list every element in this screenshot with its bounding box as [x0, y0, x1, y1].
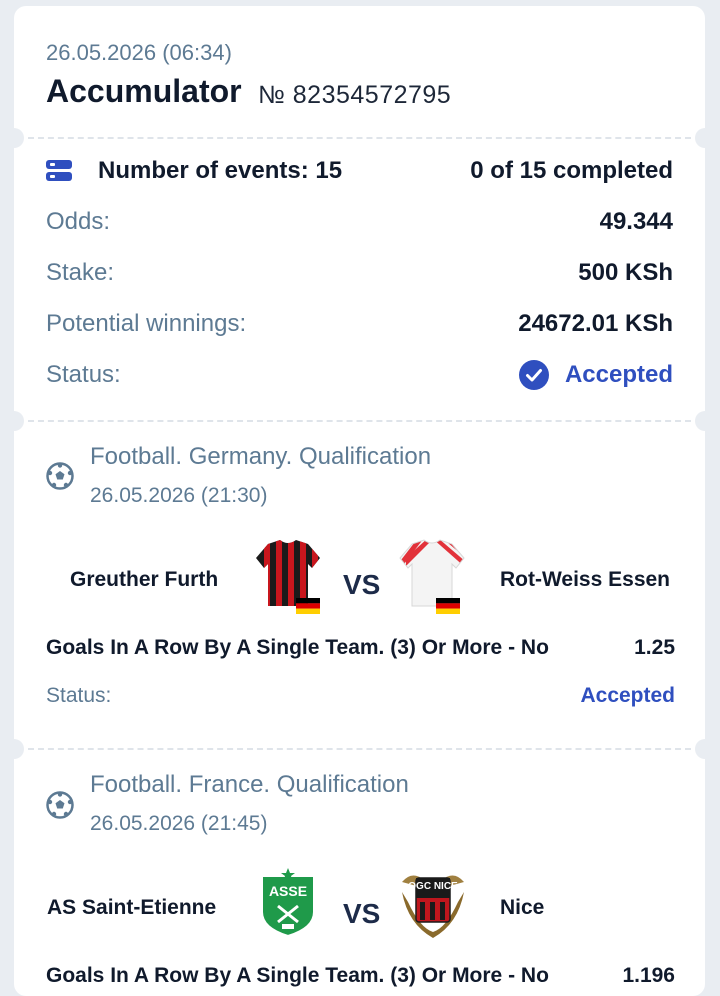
event-league: Football. Germany. Qualification: [90, 443, 432, 470]
divider: [28, 748, 691, 750]
saint-etienne-logo: ASSE: [261, 868, 315, 938]
odds-row: Odds: 49.344: [46, 205, 673, 239]
event-date: 26.05.2026 (21:45): [90, 812, 268, 835]
stake-value: 500 KSh: [578, 259, 673, 286]
bet-number: № 82354572795: [258, 81, 452, 109]
stake-row: Stake: 500 KSh: [46, 256, 673, 290]
home-team: AS Saint-Etienne: [47, 896, 217, 919]
status-label: Status:: [46, 361, 121, 388]
divider: [28, 420, 691, 422]
football-icon: [46, 462, 74, 490]
away-team: Rot-Weiss Essen: [500, 568, 670, 591]
winnings-row: Potential winnings: 24672.01 KSh: [46, 307, 673, 341]
bet-pick: Goals In A Row By A Single Team. (3) Or …: [46, 636, 549, 659]
events-count: Number of events: 15: [46, 157, 342, 185]
events-list-icon: [46, 160, 72, 181]
winnings-value: 24672.01 KSh: [518, 310, 673, 337]
status-value: Accepted: [564, 361, 673, 388]
status-row: Status: Accepted: [46, 358, 673, 392]
check-circle-icon: [518, 360, 549, 390]
divider: [28, 137, 691, 139]
ticket-notch-left: [4, 411, 24, 431]
ticket-notch-right: [695, 411, 715, 431]
event-status-value: Accepted: [580, 684, 675, 707]
ticket-notch-right: [695, 128, 715, 148]
ticket-notch-left: [4, 739, 24, 759]
events-label: Number of events: 15: [98, 157, 343, 184]
bet-date: 26.05.2026 (06:34): [46, 40, 232, 65]
bet-ticket: 26.05.2026 (06:34) Accumulator № 8235457…: [4, 6, 715, 996]
pick-odds: 1.25: [634, 636, 675, 659]
nice-logo: OGC NICE: [402, 875, 464, 938]
winnings-label: Potential winnings:: [46, 310, 247, 337]
svg-text:ASSE: ASSE: [269, 883, 307, 899]
germany-flag-icon: [296, 598, 320, 614]
ticket-notch-right: [695, 739, 715, 759]
germany-flag-icon: [436, 598, 460, 614]
completed-count: 0 of 15 completed: [470, 157, 673, 184]
event-league: Football. France. Qualification: [90, 771, 409, 798]
bet-type-title: Accumulator: [46, 73, 242, 109]
pick-odds: 1.196: [622, 964, 675, 987]
football-icon: [46, 791, 74, 819]
odds-value: 49.344: [599, 208, 673, 235]
svg-text:OGC NICE: OGC NICE: [408, 881, 458, 892]
event-status-label: Status:: [46, 684, 112, 707]
ticket-notch-left: [4, 128, 24, 148]
odds-label: Odds:: [46, 208, 111, 235]
status-badge: Accepted: [518, 360, 673, 390]
event-date: 26.05.2026 (21:30): [90, 484, 268, 507]
home-team: Greuther Furth: [70, 568, 219, 591]
stake-label: Stake:: [46, 259, 115, 286]
away-team: Nice: [500, 896, 545, 919]
bet-pick: Goals In A Row By A Single Team. (3) Or …: [46, 964, 549, 987]
versus-label: VS: [343, 898, 381, 929]
versus-label: VS: [343, 569, 381, 600]
events-row: Number of events: 15 0 of 15 completed: [46, 154, 673, 188]
